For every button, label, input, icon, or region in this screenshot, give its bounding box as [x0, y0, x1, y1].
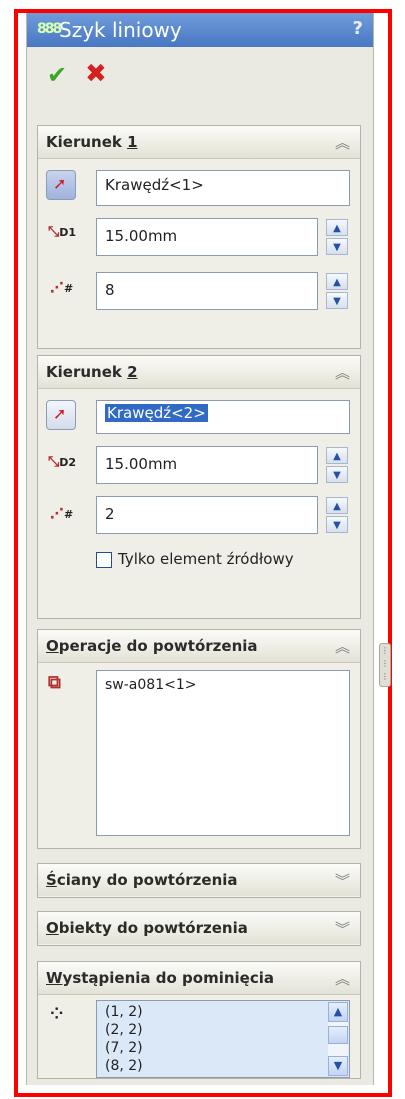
ok-button[interactable]: ✔ [47, 61, 67, 89]
instances-2-input[interactable]: 2 [96, 496, 318, 534]
list-item[interactable]: sw-a081<1> [97, 671, 349, 694]
features-list[interactable]: sw-a081<1> [96, 670, 350, 836]
direction-2-edge-field[interactable]: Krawędź<2> [96, 400, 350, 434]
direction-1-title: Kierunek 1 [46, 133, 138, 151]
seed-only-label: Tylko element źródłowy [118, 550, 294, 568]
direction-1-edge-field[interactable]: Krawędź<1> [96, 170, 350, 206]
spin-up-icon[interactable]: ▲ [326, 497, 348, 514]
instances-to-skip-group: Wystąpienia do pominięcia ︽ ⁘ (1, 2) (2,… [37, 961, 361, 1079]
spacing-2-input[interactable]: 15.00mm [96, 446, 318, 484]
list-item[interactable]: (1, 2) [97, 1001, 349, 1021]
spin-down-icon[interactable]: ▼ [326, 466, 348, 483]
scroll-up-icon[interactable]: ▲ [328, 1002, 348, 1022]
scroll-down-icon[interactable]: ▼ [328, 1056, 348, 1076]
features-to-pattern-group: Operacje do powtórzenia ︽ ⧉ sw-a081<1> [37, 629, 361, 849]
spin-down-icon[interactable]: ▼ [326, 516, 348, 533]
direction-2-group: Kierunek 2 ︽ ➚ Krawędź<2> ⤡D2 15.00mm ▲ ▼… [37, 355, 361, 619]
skip-header[interactable]: Wystąpienia do pominięcia ︽ [38, 962, 360, 995]
spin-up-icon[interactable]: ▲ [326, 447, 348, 464]
screenshot-frame: 888 Szyk liniowy ? ✔ ✖ Kierunek 1 ︽ ➚ Kr… [14, 9, 392, 1097]
title-bar: 888 Szyk liniowy ? [27, 13, 373, 47]
spacing-1-spinner[interactable]: ▲ ▼ [326, 219, 350, 257]
reverse-direction-1-button[interactable]: ➚ [46, 170, 76, 200]
skip-instances-icon: ⁘ [50, 1004, 64, 1023]
list-item[interactable]: (8, 2) [97, 1057, 349, 1075]
skip-instances-list[interactable]: (1, 2) (2, 2) (7, 2) (8, 2) ▲ ▼ [96, 1000, 350, 1078]
instances-1-icon: ⋰# [50, 280, 74, 296]
spin-up-icon[interactable]: ▲ [326, 219, 348, 236]
spacing-2-spinner[interactable]: ▲ ▼ [326, 447, 350, 485]
spacing-1-icon: ⤡D1 [48, 224, 76, 240]
double-chevron-up-icon[interactable]: ︽ [335, 636, 350, 657]
direction-arrow-icon: ➚ [53, 174, 67, 193]
skip-title: Wystąpienia do pominięcia [46, 969, 274, 987]
bodies-title: Obiekty do powtórzenia [46, 919, 248, 937]
instances-1-spinner[interactable]: ▲ ▼ [326, 273, 350, 311]
double-chevron-down-icon[interactable]: ︾ [335, 918, 350, 939]
scroll-thumb[interactable] [328, 1026, 348, 1044]
direction-arrow-icon: ➚ [53, 404, 67, 423]
panel-title: Szyk liniowy [59, 18, 182, 42]
help-button[interactable]: ? [353, 18, 363, 39]
direction-1-header[interactable]: Kierunek 1 ︽ [38, 126, 360, 159]
direction-2-header[interactable]: Kierunek 2 ︽ [38, 356, 360, 389]
faces-to-pattern-group: Ściany do powtórzenia ︾ [37, 863, 361, 898]
double-chevron-up-icon[interactable]: ︽ [335, 968, 350, 989]
features-header[interactable]: Operacje do powtórzenia ︽ [38, 630, 360, 663]
features-icon: ⧉ [48, 672, 61, 693]
skip-list-scrollbar[interactable]: ▲ ▼ [328, 1002, 348, 1076]
faces-title: Ściany do powtórzenia [46, 871, 238, 889]
double-chevron-up-icon[interactable]: ︽ [335, 362, 350, 383]
linear-pattern-icon: 888 [37, 21, 62, 37]
property-manager: 888 Szyk liniowy ? ✔ ✖ Kierunek 1 ︽ ➚ Kr… [26, 13, 391, 1085]
instances-2-icon: ⋰# [50, 506, 74, 522]
double-chevron-down-icon[interactable]: ︾ [335, 870, 350, 891]
reverse-direction-2-button[interactable]: ➚ [46, 400, 76, 430]
bodies-header[interactable]: Obiekty do powtórzenia ︾ [38, 912, 360, 944]
panel-splitter[interactable]: ⋮ ⋮ ⋮ [379, 643, 391, 687]
direction-2-title: Kierunek 2 [46, 363, 138, 381]
instances-1-input[interactable]: 8 [96, 272, 318, 310]
cancel-button[interactable]: ✖ [85, 59, 107, 89]
spin-up-icon[interactable]: ▲ [326, 273, 348, 290]
instances-2-spinner[interactable]: ▲ ▼ [326, 497, 350, 535]
double-chevron-up-icon[interactable]: ︽ [335, 132, 350, 153]
spin-down-icon[interactable]: ▼ [326, 238, 348, 255]
seed-only-checkbox[interactable] [96, 552, 112, 568]
spacing-1-input[interactable]: 15.00mm [96, 218, 318, 256]
list-item[interactable]: (2, 2) [97, 1021, 349, 1039]
bodies-to-pattern-group: Obiekty do powtórzenia ︾ [37, 911, 361, 946]
faces-header[interactable]: Ściany do powtórzenia ︾ [38, 864, 360, 896]
direction-1-group: Kierunek 1 ︽ ➚ Krawędź<1> ⤡D1 15.00mm ▲ ▼… [37, 125, 361, 349]
list-item[interactable]: (7, 2) [97, 1039, 349, 1057]
features-title: Operacje do powtórzenia [46, 637, 258, 655]
spin-down-icon[interactable]: ▼ [326, 292, 348, 309]
spacing-2-icon: ⤡D2 [48, 454, 76, 470]
